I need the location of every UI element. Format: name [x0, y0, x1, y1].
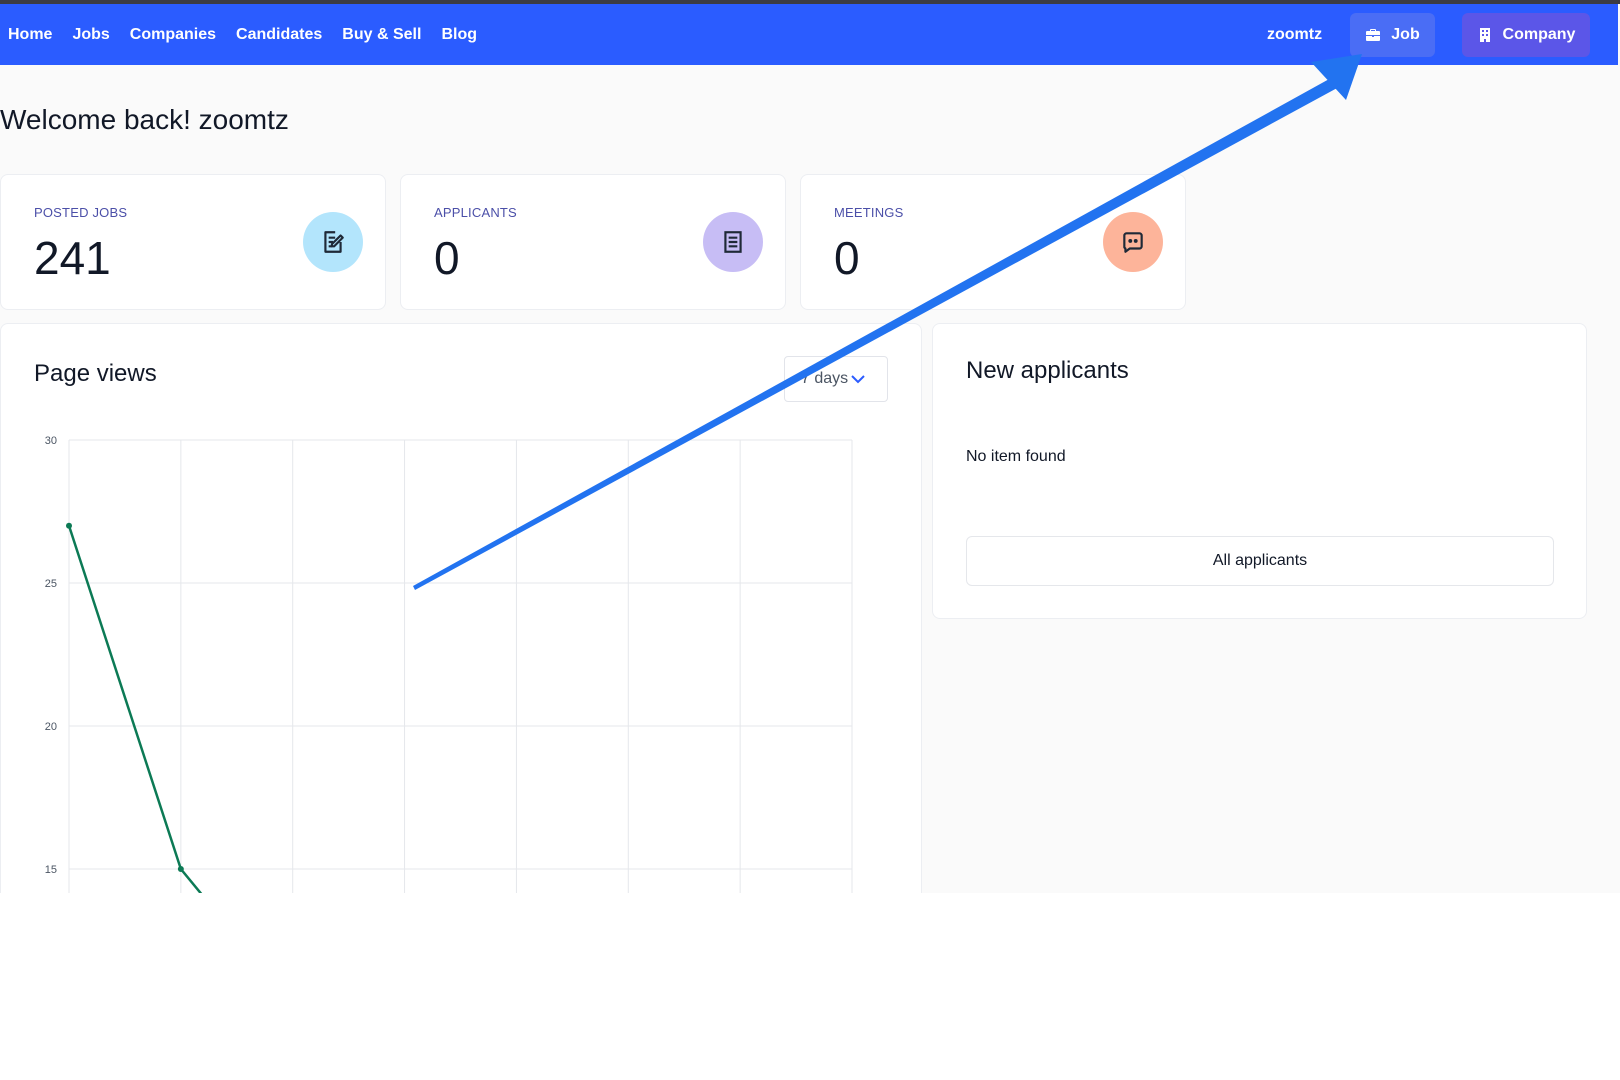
post-job-button[interactable]: Job — [1350, 13, 1435, 57]
data-point — [66, 522, 72, 529]
y-tick-label: 15 — [45, 864, 57, 876]
data-point — [177, 866, 184, 872]
edit-document-icon — [303, 212, 363, 272]
stat-value: 0 — [834, 232, 860, 284]
y-tick-label: 30 — [45, 435, 57, 447]
dashboard-page: Home Jobs Companies Candidates Buy & Sel… — [0, 0, 1620, 893]
user-menu[interactable]: zoomtz — [1267, 4, 1322, 65]
stat-label: MEETINGS — [834, 205, 904, 220]
nav-links: Home Jobs Companies Candidates Buy & Sel… — [8, 4, 477, 65]
post-job-label: Job — [1391, 26, 1420, 43]
new-applicants-panel: New applicants No item found All applica… — [932, 323, 1587, 619]
nav-link-companies[interactable]: Companies — [130, 26, 216, 44]
page-views-panel: Page views 7 days 30 25 20 15 — [0, 323, 922, 893]
new-applicants-title: New applicants — [966, 357, 1129, 384]
welcome-heading: Welcome back! zoomtz — [0, 104, 289, 135]
y-tick-label: 20 — [45, 721, 57, 733]
stat-label: APPLICANTS — [434, 205, 517, 220]
top-navbar: Home Jobs Companies Candidates Buy & Sel… — [0, 4, 1618, 65]
nav-link-blog[interactable]: Blog — [441, 26, 477, 44]
page-views-chart: 30 25 20 15 — [45, 435, 853, 893]
empty-message: No item found — [966, 448, 1066, 465]
nav-link-jobs[interactable]: Jobs — [72, 26, 109, 44]
nav-link-home[interactable]: Home — [8, 26, 52, 44]
series-line — [67, 525, 203, 893]
all-applicants-button[interactable]: All applicants — [966, 536, 1554, 586]
list-document-icon — [703, 212, 763, 272]
stat-value: 241 — [34, 232, 111, 284]
stat-card-applicants: APPLICANTS 0 — [400, 174, 786, 310]
add-company-label: Company — [1502, 26, 1576, 43]
stat-card-posted-jobs: POSTED JOBS 241 — [0, 174, 386, 310]
stat-card-meetings: MEETINGS 0 — [800, 174, 1186, 310]
chat-bubble-icon — [1103, 212, 1163, 272]
add-company-button[interactable]: Company — [1462, 13, 1590, 57]
building-icon — [1479, 28, 1490, 42]
y-tick-label: 25 — [45, 578, 57, 590]
stat-label: POSTED JOBS — [34, 205, 128, 220]
briefcase-icon — [1366, 29, 1381, 41]
stat-value: 0 — [434, 232, 460, 284]
nav-link-buy-sell[interactable]: Buy & Sell — [342, 26, 421, 44]
nav-link-candidates[interactable]: Candidates — [236, 26, 322, 44]
